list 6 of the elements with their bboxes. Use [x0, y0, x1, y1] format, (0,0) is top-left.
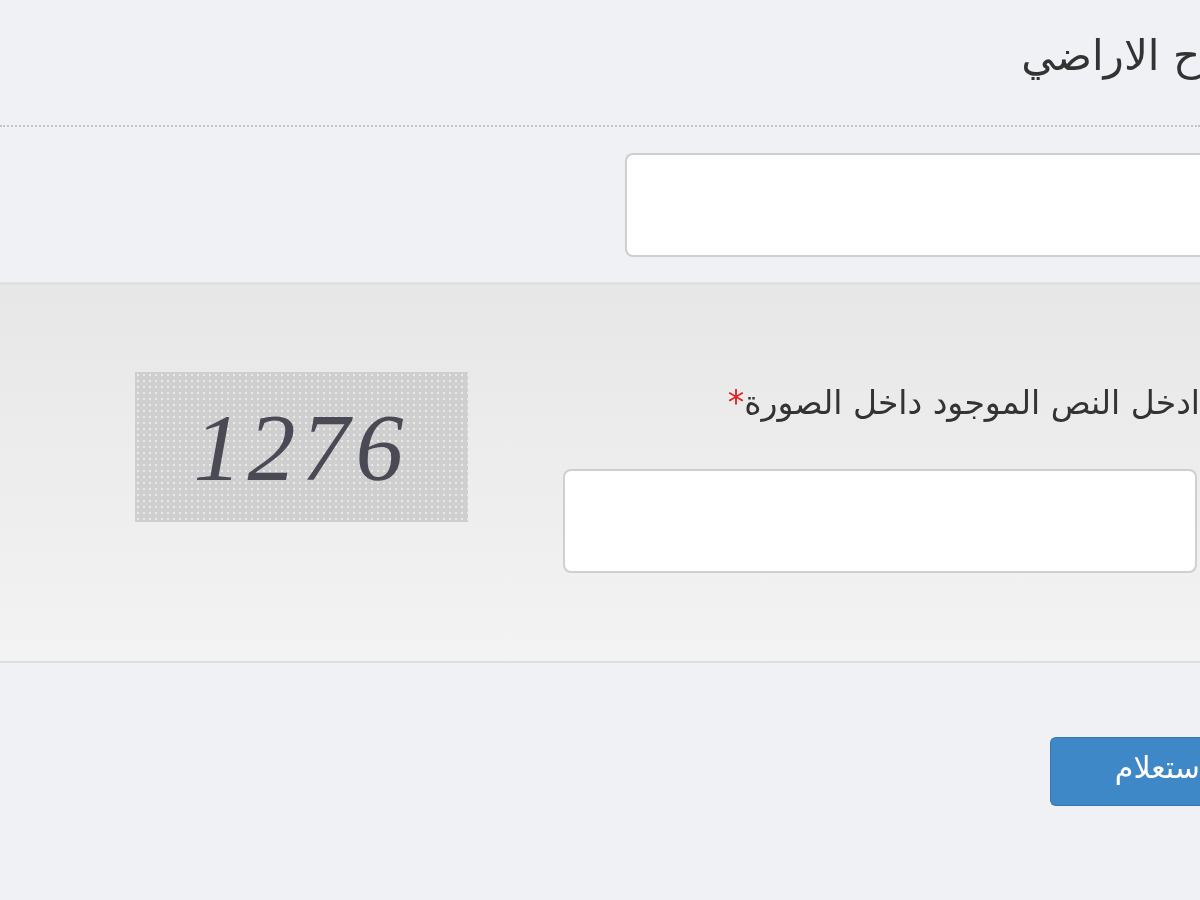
captcha-image: 1276 [135, 372, 468, 522]
captcha-input-field[interactable] [563, 469, 1197, 573]
submit-button[interactable]: ستعلام [1050, 737, 1200, 806]
input-field[interactable] [625, 153, 1200, 257]
field-label: ادخل النص الموجود داخل الصورة* [726, 383, 1200, 422]
page-title: ح الاراضي [1021, 31, 1200, 82]
